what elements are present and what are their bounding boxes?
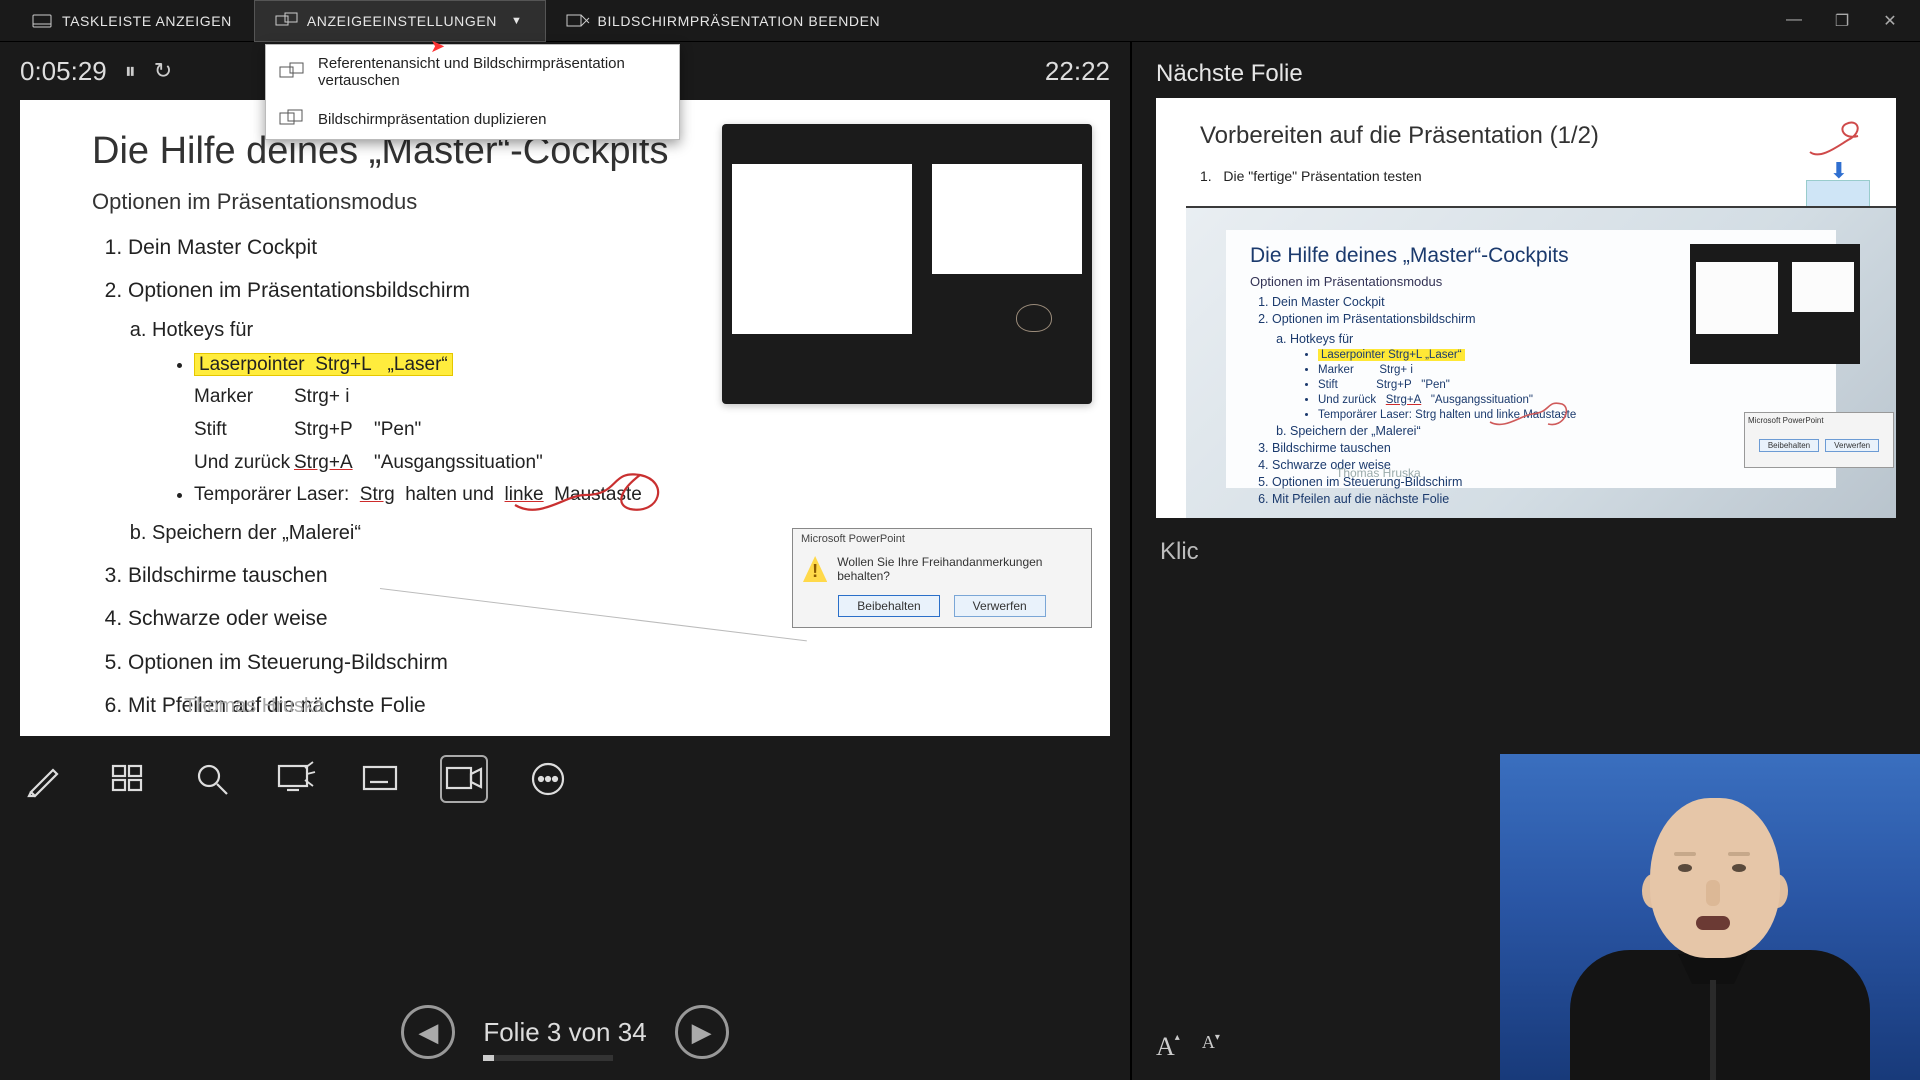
slide-nav: ◀ Folie 3 von 34 ▶ <box>0 1002 1130 1062</box>
elapsed-time: 0:05:29 <box>20 56 107 87</box>
taskbar-icon <box>32 13 52 29</box>
restore-button[interactable]: ❐ <box>1830 11 1854 31</box>
ink-squiggle <box>510 465 670 525</box>
photo-mini-presenter <box>1690 244 1860 364</box>
swap-presenter-display-label: Referentenansicht und Bildschirmpräsenta… <box>318 55 665 89</box>
display-settings-label: ANZEIGEEINSTELLUNGEN <box>307 13 497 29</box>
increase-font-button[interactable]: A▴ <box>1156 1032 1180 1062</box>
keep-button[interactable]: Beibehalten <box>838 595 939 617</box>
pause-timer-button[interactable]: ⏸ <box>125 58 136 84</box>
close-button[interactable]: ✕ <box>1878 11 1902 31</box>
dialog-message: Wollen Sie Ihre Freihandanmerkungen beha… <box>837 555 1081 583</box>
swap-presenter-display-item[interactable]: Referentenansicht und Bildschirmpräsenta… <box>266 45 679 99</box>
current-slide[interactable]: Die Hilfe deines „Master“-Cockpits Optio… <box>20 100 1110 736</box>
more-options-tool[interactable] <box>526 757 570 801</box>
photo-dialog: Microsoft PowerPoint BeibehaltenVerwerfe… <box>1744 412 1894 468</box>
end-slideshow-button[interactable]: BILDSCHIRMPRÄSENTATION BEENDEN <box>546 0 903 42</box>
next-slide-button[interactable]: ▶ <box>675 1005 729 1059</box>
slide-item-5: Optionen im Steuerung-Bildschirm <box>128 648 1110 677</box>
wall-clock: 22:22 <box>1045 56 1110 87</box>
bullet-pen: StiftStrg+P"Pen" <box>194 417 1110 444</box>
duplicate-display-icon <box>280 109 304 129</box>
brain-icon <box>1016 304 1052 332</box>
black-screen-tool[interactable] <box>274 757 318 801</box>
notes-font-controls: A▴ A▾ <box>1156 1032 1220 1062</box>
subtitle-tool[interactable] <box>358 757 402 801</box>
slide-progress <box>483 1055 613 1061</box>
display-settings-button[interactable]: ANZEIGEEINSTELLUNGEN ▼ <box>254 0 546 42</box>
show-taskbar-button[interactable]: TASKLEISTE ANZEIGEN <box>10 0 254 42</box>
camera-tool[interactable] <box>442 757 486 801</box>
next-slide-label: Nächste Folie <box>1132 42 1920 98</box>
keep-ink-dialog: Microsoft PowerPoint ! Wollen Sie Ihre F… <box>792 528 1092 628</box>
reset-timer-button[interactable]: ↻ <box>154 58 172 84</box>
decrease-font-button[interactable]: A▾ <box>1202 1032 1220 1062</box>
photo-ink-squiggle <box>1486 398 1572 432</box>
duplicate-slideshow-item[interactable]: Bildschirmpräsentation duplizieren <box>266 99 679 139</box>
pen-tool[interactable] <box>22 757 66 801</box>
next-slide-title: Vorbereiten auf die Präsentation (1/2) <box>1200 122 1896 150</box>
projector-photo: Die Hilfe deines „Master“-Cockpits Optio… <box>1186 206 1896 518</box>
slide-footer: Thomas Hruska <box>184 695 325 718</box>
warning-icon: ! <box>803 556 827 582</box>
end-slideshow-label: BILDSCHIRMPRÄSENTATION BEENDEN <box>598 13 881 29</box>
chevron-down-icon: ▼ <box>511 15 523 27</box>
end-show-icon <box>568 13 588 29</box>
zoom-tool[interactable] <box>190 757 234 801</box>
next-slide-line1: 1. Die "fertige" Präsentation testen <box>1200 168 1896 184</box>
window-controls: — ❐ ✕ <box>1782 11 1910 31</box>
minimize-button[interactable]: — <box>1782 11 1806 31</box>
mouse-cursor-icon: ➤ <box>430 36 445 57</box>
prev-slide-button[interactable]: ◀ <box>401 1005 455 1059</box>
presenter-tools <box>0 736 1130 822</box>
swap-displays-icon <box>280 62 304 82</box>
display-settings-menu: Referentenansicht und Bildschirmpräsenta… <box>265 44 680 140</box>
monitors-icon <box>277 13 297 29</box>
dialog-title: Microsoft PowerPoint <box>793 529 1091 549</box>
see-all-slides-tool[interactable] <box>106 757 150 801</box>
presenter-view-thumbnail <box>722 124 1092 404</box>
slide-counter: Folie 3 von 34 <box>483 1017 646 1048</box>
next-slide-pane: Nächste Folie Vorbereiten auf die Präsen… <box>1130 42 1920 1080</box>
presenter-webcam[interactable] <box>1500 754 1920 1080</box>
current-slide-pane: 0:05:29 ⏸ ↻ 22:22 Die Hilfe deines „Mast… <box>0 42 1130 1080</box>
show-taskbar-label: TASKLEISTE ANZEIGEN <box>62 13 232 29</box>
duplicate-slideshow-label: Bildschirmpräsentation duplizieren <box>318 111 546 128</box>
presenter-topbar: TASKLEISTE ANZEIGEN ANZEIGEEINSTELLUNGEN… <box>0 0 1920 42</box>
next-slide-preview[interactable]: Vorbereiten auf die Präsentation (1/2) 1… <box>1156 98 1896 518</box>
discard-button[interactable]: Verwerfen <box>954 595 1046 617</box>
